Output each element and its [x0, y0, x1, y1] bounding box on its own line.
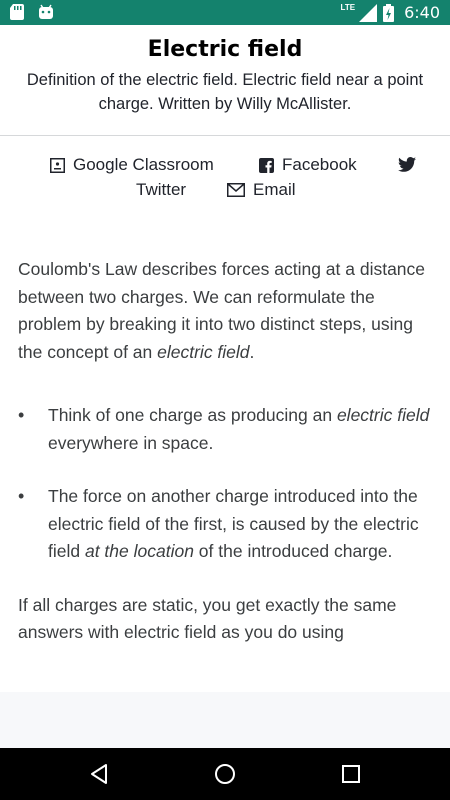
share-google-classroom[interactable]: Google Classroom — [50, 155, 214, 175]
recents-icon[interactable] — [339, 762, 363, 786]
network-type: LTE — [340, 3, 356, 12]
share-google-classroom-label: Google Classroom — [73, 155, 214, 174]
google-classroom-icon — [50, 157, 65, 173]
share-bar: Google Classroom Facebook Twitter Email — [0, 152, 450, 212]
article-header: Electric field Definition of the electri… — [0, 25, 450, 136]
android-icon — [39, 4, 53, 19]
share-facebook[interactable]: Facebook — [259, 155, 357, 175]
second-paragraph: If all charges are static, you get exact… — [18, 594, 397, 643]
page-subtitle: Definition of the electric field. Electr… — [26, 71, 424, 113]
facebook-icon — [259, 157, 274, 173]
status-bar: LTE 6:40 — [0, 0, 450, 25]
twitter-icon — [398, 157, 416, 172]
bottom-sheet — [0, 692, 450, 748]
navigation-bar — [0, 748, 450, 800]
share-facebook-label: Facebook — [282, 155, 357, 174]
bullet-dot: • — [18, 486, 25, 506]
share-email-label: Email — [253, 180, 296, 199]
share-email[interactable]: Email — [227, 180, 296, 200]
battery-icon — [383, 3, 395, 22]
sd-card-icon — [10, 4, 24, 20]
email-icon — [227, 183, 245, 197]
share-twitter[interactable]: Twitter — [136, 180, 186, 200]
page-title: Electric field — [147, 37, 303, 62]
list-item: • The force on another charge introduced… — [18, 483, 436, 566]
share-twitter-label: Twitter — [136, 180, 187, 199]
term-electric-field: electric field — [157, 341, 250, 362]
share-twitter-icon-button[interactable] — [398, 157, 416, 172]
article-content: Coulomb's Law describes forces acting at… — [18, 256, 436, 647]
list-item: • Think of one charge as producing an el… — [18, 402, 436, 457]
clock: 6:40 — [404, 3, 440, 22]
bullet-dot: • — [18, 405, 25, 425]
concept-list: • Think of one charge as producing an el… — [18, 402, 436, 566]
intro-paragraph: Coulomb's Law describes forces acting at… — [18, 259, 426, 362]
home-icon[interactable] — [213, 762, 237, 786]
signal-icon — [359, 3, 378, 22]
back-icon[interactable] — [87, 762, 111, 786]
